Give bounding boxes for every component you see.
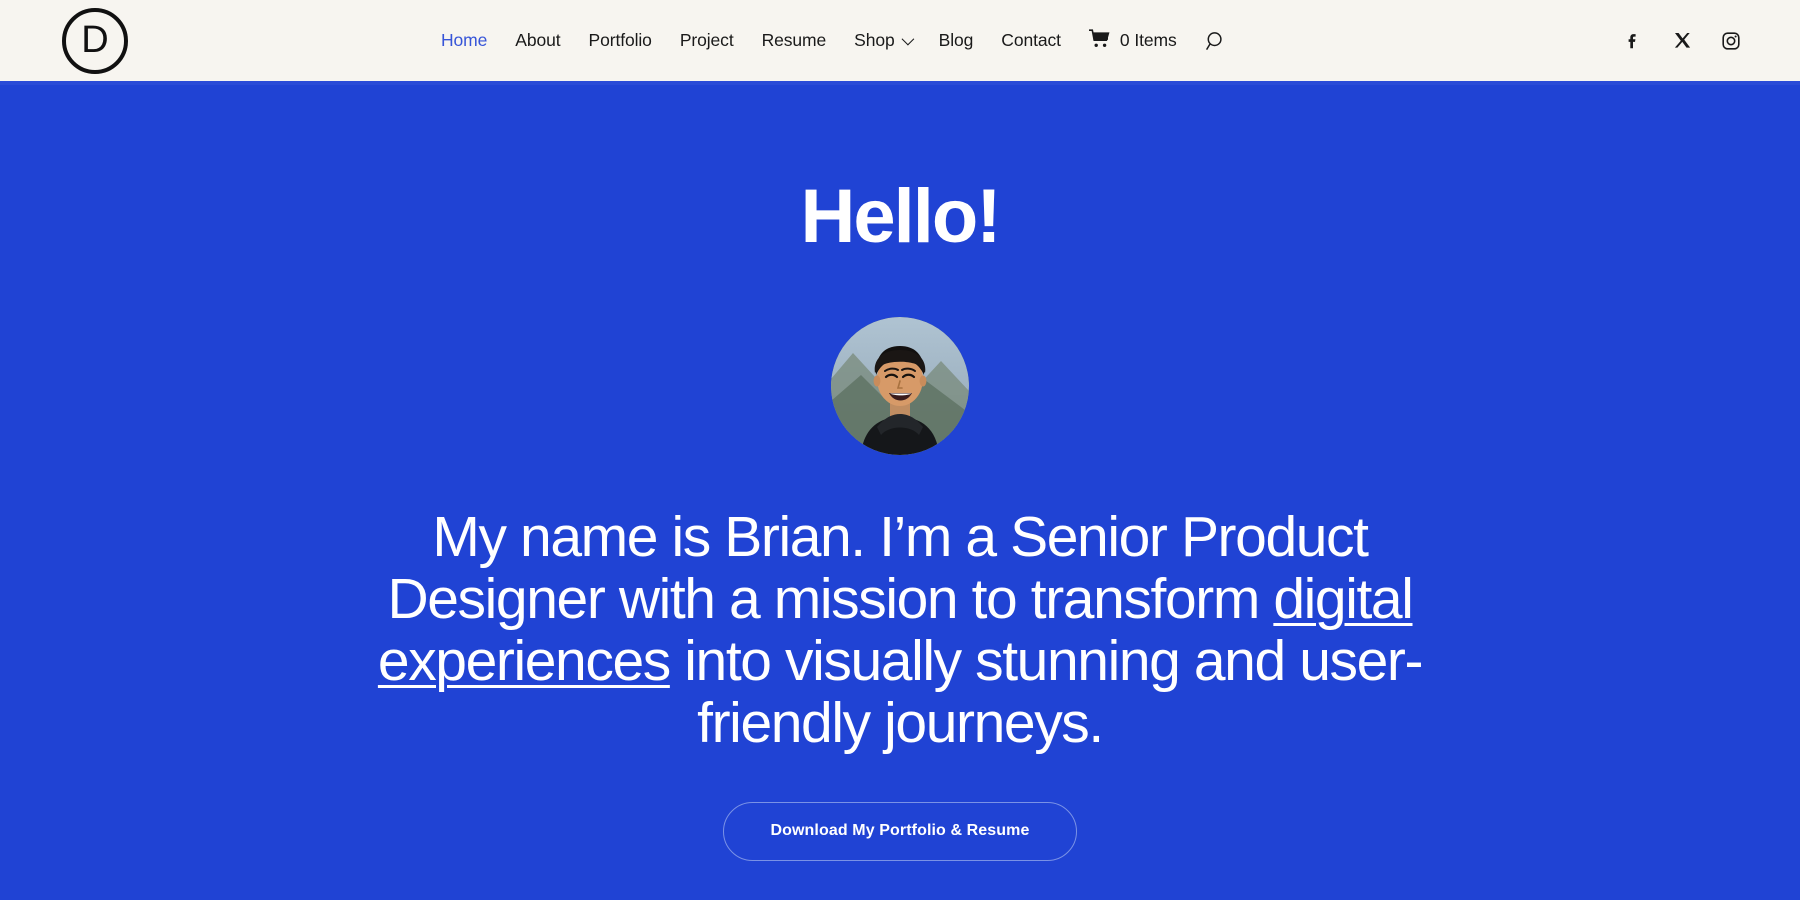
nav-item-label: Home [441, 30, 488, 50]
nav-item-portfolio[interactable]: Portfolio [575, 30, 666, 51]
nav-item-shop[interactable]: Shop [840, 30, 924, 51]
nav-item-home[interactable]: Home [441, 30, 501, 51]
nav-item-label: Portfolio [588, 30, 652, 50]
site-header: D Home About Portfolio Project Resume Sh… [0, 0, 1800, 81]
nav-item-contact[interactable]: Contact [987, 30, 1075, 51]
nav-item-label: About [515, 30, 561, 50]
nav-item-label: Contact [1001, 30, 1061, 50]
avatar [831, 317, 969, 455]
logo-letter: D [81, 18, 109, 61]
main-navigation: Home About Portfolio Project Resume Shop… [441, 0, 1241, 81]
hero-subtitle-part-1: My name is Brian. I’m a Senior Product D… [387, 505, 1368, 632]
download-portfolio-resume-button[interactable]: Download My Portfolio & Resume [723, 801, 1077, 861]
social-links [1622, 30, 1742, 52]
nav-item-about[interactable]: About [501, 30, 574, 51]
nav-item-label: Shop [854, 30, 895, 50]
instagram-icon[interactable] [1720, 30, 1742, 52]
nav-item-label: Project [679, 30, 734, 50]
nav-item-label: Blog [938, 30, 974, 50]
hero-section: Hello! My name is Brian. I’m a Senior Pr… [0, 81, 1800, 900]
avatar-photo [831, 317, 969, 455]
chevron-down-icon [901, 32, 914, 46]
facebook-icon[interactable] [1622, 30, 1644, 52]
circled-d-logo[interactable]: D [62, 7, 128, 74]
nav-item-blog[interactable]: Blog [925, 30, 988, 51]
cart-link[interactable]: 0 Items [1075, 28, 1191, 53]
hero-subtitle-part-3: into visually stunning and user-friendly… [669, 629, 1423, 756]
x-twitter-icon[interactable] [1671, 30, 1693, 52]
nav-item-label: Resume [761, 30, 827, 50]
search-icon[interactable] [1191, 30, 1241, 52]
shopping-cart-icon [1088, 28, 1111, 53]
cart-item-count-label: 0 Items [1119, 30, 1177, 50]
hero-subtitle: My name is Brian. I’m a Senior Product D… [335, 506, 1465, 755]
nav-item-resume[interactable]: Resume [748, 30, 841, 51]
nav-item-project[interactable]: Project [666, 30, 748, 51]
page-title: Hello! [800, 174, 1001, 259]
